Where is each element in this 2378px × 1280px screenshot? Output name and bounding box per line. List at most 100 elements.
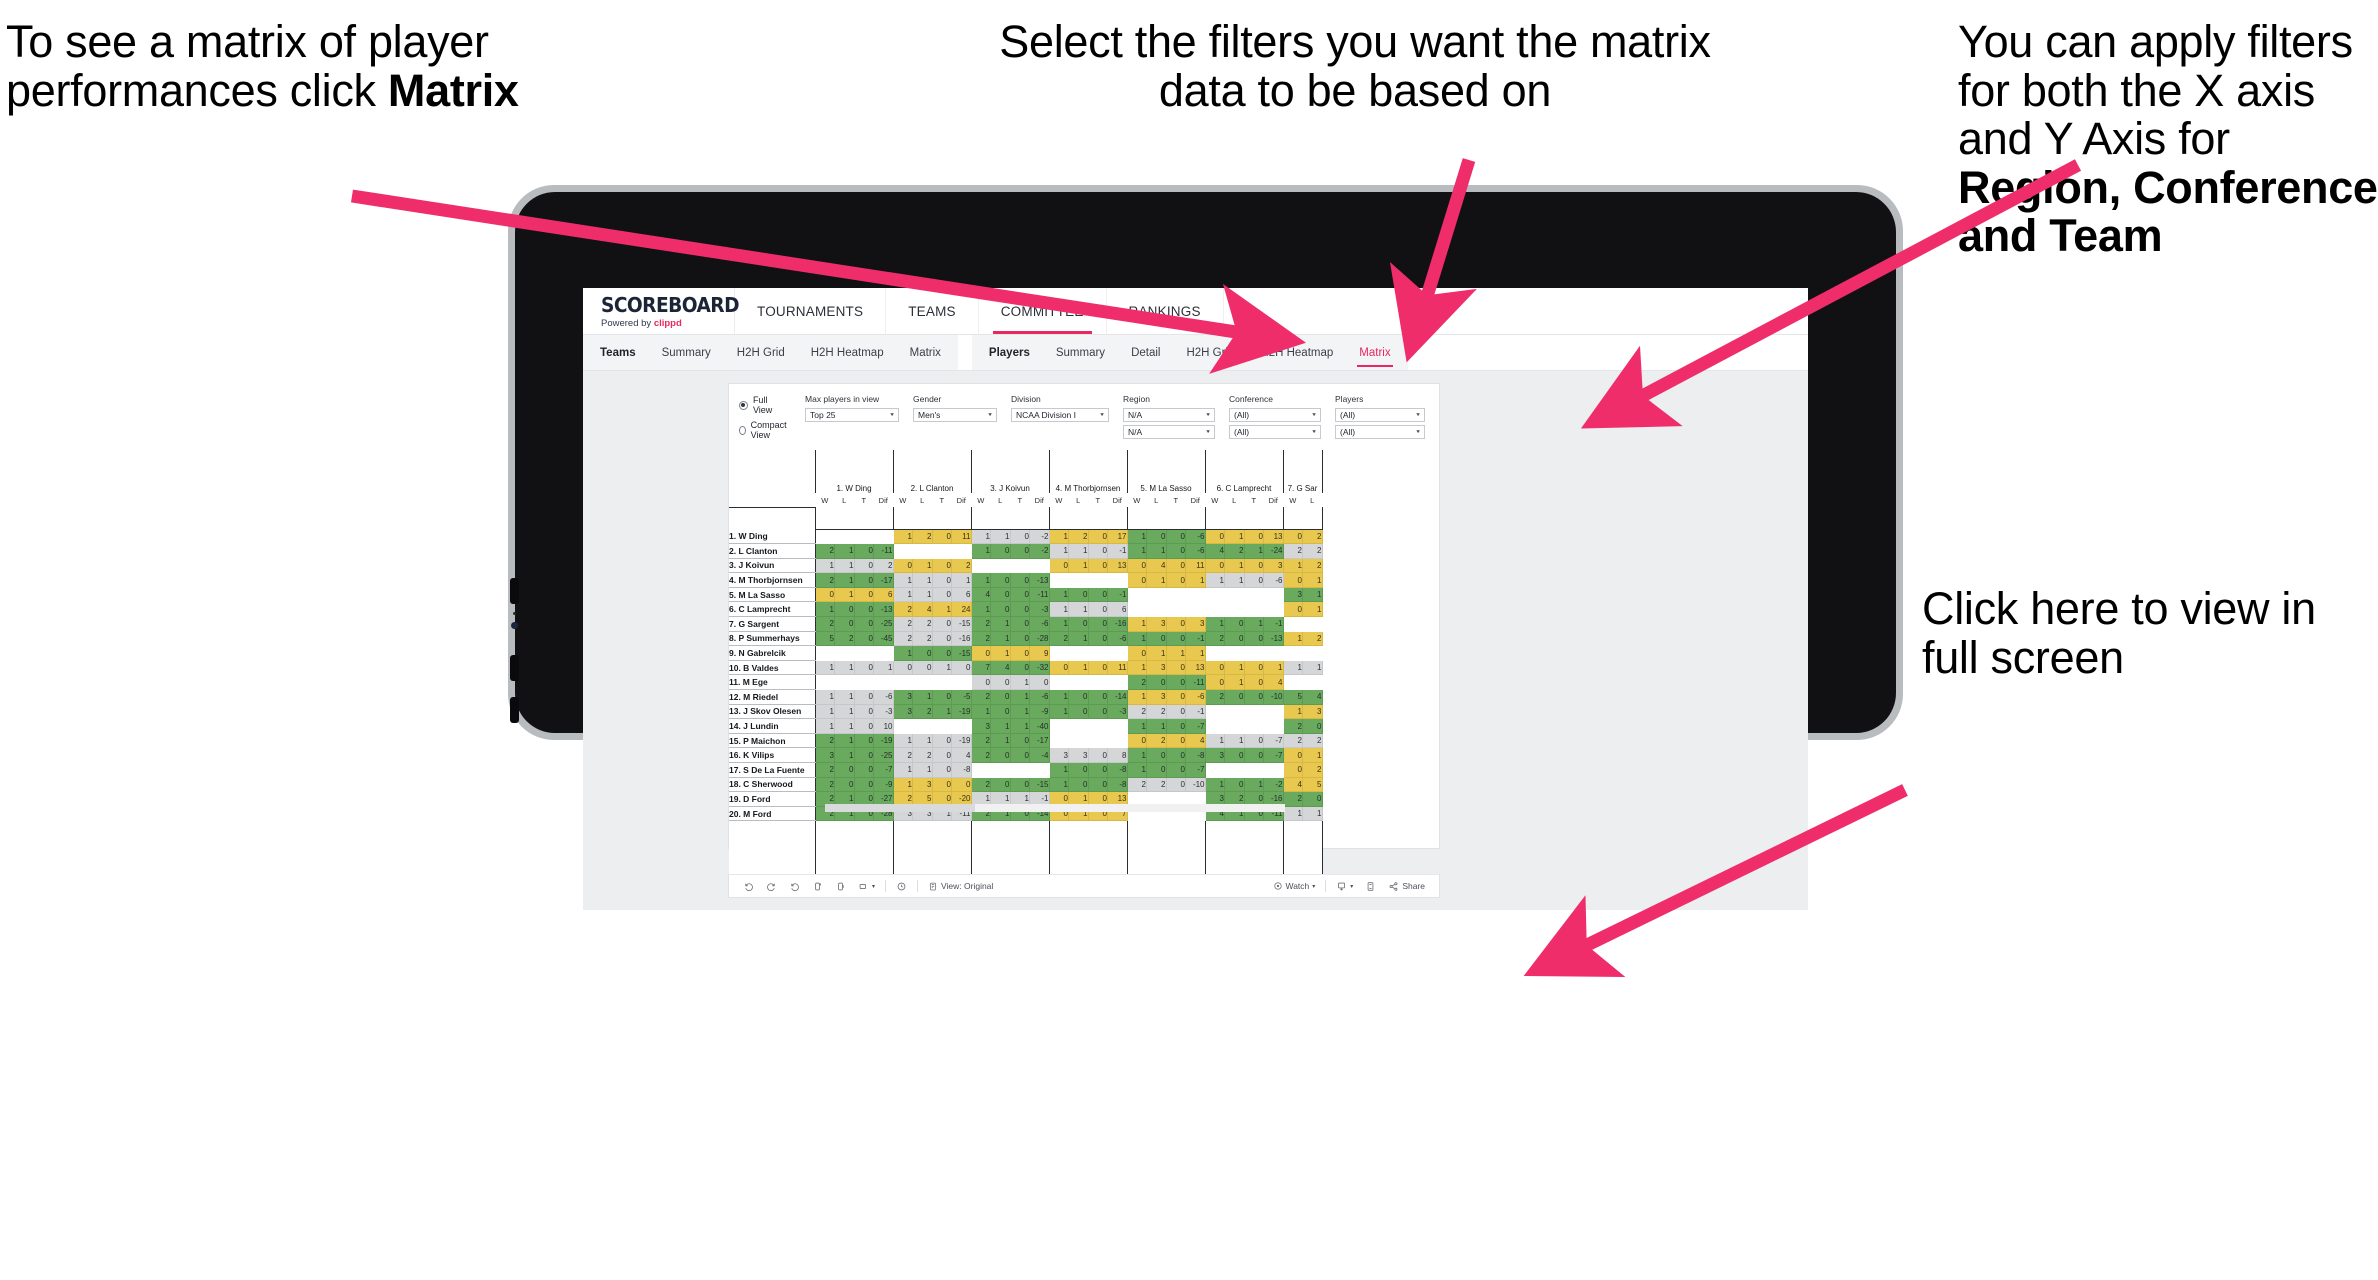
matrix-cell[interactable]: 0: [1204, 529, 1225, 545]
matrix-cell[interactable]: -17: [1029, 733, 1050, 749]
matrix-stat-header-l[interactable]: L: [835, 493, 855, 507]
matrix-cell[interactable]: 0: [1088, 747, 1108, 763]
matrix-cell[interactable]: 0: [1244, 572, 1264, 588]
matrix-cell[interactable]: [892, 718, 913, 734]
select-max-players-in-view[interactable]: Top 25 ▼: [805, 408, 900, 422]
matrix-cell[interactable]: 1: [912, 558, 933, 574]
matrix-cell[interactable]: 0: [1068, 689, 1089, 705]
redo-icon[interactable]: [760, 881, 783, 892]
matrix-cell[interactable]: 0: [990, 587, 1011, 603]
matrix-stat-header-t[interactable]: T: [1010, 493, 1030, 507]
matrix-cell[interactable]: 0: [854, 704, 874, 720]
matrix-cell[interactable]: 1: [814, 704, 835, 720]
matrix-cell[interactable]: 0: [854, 777, 874, 793]
matrix-row-label[interactable]: 6. C Lamprecht: [729, 601, 815, 618]
matrix-cell[interactable]: 0: [1282, 572, 1303, 588]
matrix-cell[interactable]: 0: [854, 733, 874, 749]
matrix-row-label[interactable]: 15. P Maichon: [729, 733, 815, 749]
matrix-stat-header-w[interactable]: W: [971, 493, 991, 507]
matrix-cell[interactable]: 1: [912, 689, 933, 705]
matrix-stat-header-w[interactable]: W: [815, 493, 835, 507]
matrix-cell[interactable]: -6: [1185, 529, 1206, 545]
matrix-cell[interactable]: [814, 529, 835, 545]
matrix-cell[interactable]: -19: [873, 733, 894, 749]
matrix-cell[interactable]: 1: [1048, 704, 1069, 720]
subnav-item-summary[interactable]: Summary: [1043, 335, 1118, 370]
matrix-row-label[interactable]: 12. M Riedel: [729, 689, 815, 705]
chevron-down-icon[interactable]: ▼: [1205, 430, 1211, 435]
select-players-y-axis[interactable]: (All) ▼: [1335, 425, 1426, 439]
matrix-cell[interactable]: 0: [1068, 762, 1089, 778]
matrix-cell[interactable]: 0: [1244, 660, 1264, 676]
matrix-cell[interactable]: 6: [1107, 601, 1128, 618]
matrix-cell[interactable]: 0: [1088, 529, 1108, 545]
matrix-cell[interactable]: [1107, 733, 1128, 749]
matrix-stat-header-w[interactable]: W: [1205, 493, 1225, 507]
matrix-cell[interactable]: 3: [1302, 704, 1323, 720]
matrix-cell[interactable]: 13: [1107, 558, 1128, 574]
matrix-cell[interactable]: [1107, 674, 1128, 691]
matrix-cell[interactable]: 4: [951, 747, 972, 763]
matrix-cell[interactable]: [1204, 718, 1225, 734]
matrix-cell[interactable]: 8: [1107, 747, 1128, 763]
matrix-row-label[interactable]: 19. D Ford: [729, 791, 815, 807]
matrix-cell[interactable]: 4: [912, 601, 933, 618]
subnav-item-detail[interactable]: Detail: [1118, 335, 1173, 370]
undo-icon[interactable]: [737, 881, 760, 892]
matrix-cell[interactable]: -9: [873, 777, 894, 793]
matrix-cell[interactable]: 0: [892, 558, 913, 574]
matrix-cell[interactable]: 1: [1263, 660, 1284, 676]
matrix-cell[interactable]: 3: [1146, 616, 1167, 632]
matrix-cell[interactable]: 0: [990, 747, 1011, 763]
nav-tab-tournaments[interactable]: TOURNAMENTS: [735, 288, 887, 334]
select-region-x-axis[interactable]: N/A ▼: [1123, 408, 1216, 422]
matrix-row-label[interactable]: 18. C Sherwood: [729, 777, 815, 793]
matrix-cell[interactable]: 3: [892, 704, 913, 720]
matrix-cell[interactable]: [1224, 718, 1245, 734]
matrix-cell[interactable]: 7: [970, 660, 991, 676]
watch-caret-icon[interactable]: ▾: [1312, 883, 1315, 890]
matrix-cell[interactable]: 0: [1166, 543, 1186, 559]
matrix-cell[interactable]: 1: [1048, 543, 1069, 559]
matrix-row-label[interactable]: 17. S De La Fuente: [729, 762, 815, 778]
matrix-cell[interactable]: 1: [1204, 777, 1225, 793]
matrix-cell[interactable]: [932, 718, 952, 734]
matrix-cell[interactable]: 0: [1224, 616, 1245, 632]
matrix-row-label[interactable]: 20. M Ford: [729, 806, 815, 822]
subnav-item-h2h-heatmap[interactable]: H2H Heatmap: [798, 335, 897, 370]
matrix-cell[interactable]: 3: [1146, 689, 1167, 705]
select-region-y-axis[interactable]: N/A ▼: [1123, 425, 1216, 439]
matrix-column-header[interactable]: 2. L Clanton: [892, 472, 972, 493]
matrix-cell[interactable]: 1: [1224, 558, 1245, 574]
chevron-down-icon[interactable]: ▼: [1311, 430, 1317, 435]
matrix-cell[interactable]: 1: [1282, 806, 1303, 822]
matrix-cell[interactable]: 0: [1048, 660, 1069, 676]
matrix-cell[interactable]: 0: [1126, 558, 1147, 574]
matrix-cell[interactable]: [1244, 704, 1264, 720]
matrix-cell[interactable]: 2: [1126, 704, 1147, 720]
chevron-down-icon[interactable]: ▼: [1415, 430, 1421, 435]
matrix-cell[interactable]: 0: [834, 601, 855, 618]
subnav-item-h2h-grid[interactable]: H2H Grid: [1173, 335, 1247, 370]
matrix-cell[interactable]: 6: [951, 587, 972, 603]
matrix-cell[interactable]: 1: [834, 572, 855, 588]
matrix-cell[interactable]: 2: [1048, 631, 1069, 647]
matrix-cell[interactable]: 1: [892, 572, 913, 588]
matrix-cell[interactable]: 0: [1302, 718, 1323, 734]
matrix-cell[interactable]: -10: [1185, 777, 1206, 793]
matrix-cell[interactable]: 1: [1126, 718, 1147, 734]
matrix-cell[interactable]: 1: [912, 733, 933, 749]
matrix-cell[interactable]: [1029, 762, 1050, 778]
matrix-stat-header-l[interactable]: L: [1069, 493, 1089, 507]
subnav-item-matrix[interactable]: Matrix: [897, 335, 954, 370]
matrix-cell[interactable]: 0: [1224, 631, 1245, 647]
matrix-cell[interactable]: 0: [1282, 762, 1303, 778]
download-icon[interactable]: ▾: [1330, 881, 1359, 892]
matrix-cell[interactable]: -16: [951, 631, 972, 647]
matrix-cell[interactable]: 1: [932, 660, 952, 676]
matrix-cell[interactable]: 1: [1068, 601, 1089, 618]
matrix-cell[interactable]: 2: [814, 543, 835, 559]
clock-icon[interactable]: [890, 881, 913, 892]
matrix-cell[interactable]: 0: [1029, 674, 1050, 691]
matrix-cell[interactable]: 0: [932, 762, 952, 778]
